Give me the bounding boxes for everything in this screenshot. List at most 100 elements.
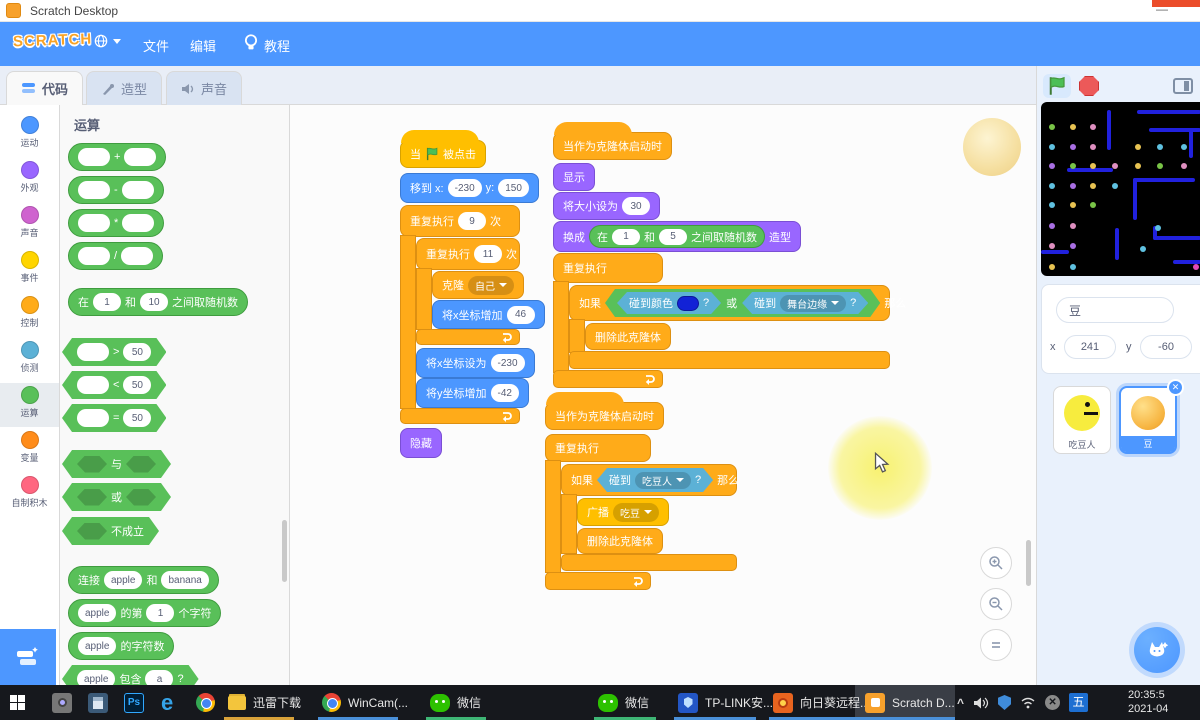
sprite-card-bean[interactable]: ✕ 豆 xyxy=(1119,386,1177,454)
tray-chevron-icon[interactable]: ^ xyxy=(957,696,964,710)
close-tray-icon[interactable]: ✕ xyxy=(1045,695,1060,710)
block-when-clone-starts-2[interactable]: 当作为克隆体启动时 xyxy=(545,402,664,430)
task-tplink[interactable]: TP-LINK安... xyxy=(678,685,773,720)
language-selector[interactable] xyxy=(94,34,121,48)
block-contains[interactable]: apple包含 a? xyxy=(62,665,199,685)
add-sprite-button[interactable] xyxy=(1134,627,1180,673)
block-repeat-11[interactable]: 重复执行11次 xyxy=(416,238,520,270)
block-broadcast[interactable]: 广播 吃豆 xyxy=(577,498,669,526)
zoom-reset-button[interactable] xyxy=(980,629,1012,661)
stop-button[interactable] xyxy=(1079,76,1099,96)
block-less-than[interactable]: <50 xyxy=(62,371,166,399)
block-multiply[interactable]: * xyxy=(68,209,164,237)
sprite-card-pacman[interactable]: 吃豆人 xyxy=(1053,386,1111,454)
forever-end-2[interactable] xyxy=(545,572,651,590)
block-touching-pacman[interactable]: 碰到 吃豆人 ? xyxy=(597,468,713,492)
block-delete-clone-2[interactable]: 删除此克隆体 xyxy=(577,528,663,554)
if-end-1[interactable] xyxy=(569,351,890,369)
block-when-flag-clicked[interactable]: 当 被点击 xyxy=(400,140,486,168)
block-join[interactable]: 连接apple 和banana xyxy=(68,566,219,594)
block-touching-color[interactable]: 碰到颜色? xyxy=(617,292,721,314)
category-looks[interactable]: 外观 xyxy=(0,158,59,202)
zoom-out-button[interactable] xyxy=(980,588,1012,620)
clone-target-dropdown[interactable]: 自己 xyxy=(468,276,514,295)
task-scratch[interactable]: Scratch D... xyxy=(865,685,955,720)
category-operators[interactable]: 运算 xyxy=(0,383,59,427)
stage-canvas[interactable] xyxy=(1041,102,1200,276)
chrome-app-button[interactable] xyxy=(196,685,215,720)
block-divide[interactable]: / xyxy=(68,242,163,270)
green-flag-button[interactable] xyxy=(1043,74,1071,98)
tab-sounds[interactable]: 声音 xyxy=(166,71,242,105)
y-input[interactable]: -60 xyxy=(1140,335,1192,359)
sprite-name-input[interactable]: 豆 xyxy=(1056,297,1174,323)
block-not[interactable]: 不成立 xyxy=(62,517,159,545)
block-length-of[interactable]: apple的字符数 xyxy=(68,632,174,660)
block-hide[interactable]: 隐藏 xyxy=(400,428,442,458)
repeat-9-end[interactable] xyxy=(400,408,520,424)
color-swatch[interactable] xyxy=(677,296,699,311)
category-sound[interactable]: 声音 xyxy=(0,203,59,247)
block-touching-edge[interactable]: 碰到 舞台边缘 ? xyxy=(742,292,868,314)
photoshop-app-button[interactable]: Ps xyxy=(124,685,144,720)
fullscreen-icon[interactable] xyxy=(1173,78,1193,94)
task-wechat-2[interactable]: 微信 xyxy=(598,685,649,720)
volume-icon[interactable] xyxy=(973,696,989,710)
block-letter-of[interactable]: apple的第 1个字符 xyxy=(68,599,221,627)
start-button[interactable] xyxy=(10,685,25,720)
edge-app-button[interactable]: e xyxy=(161,685,173,720)
category-sensing[interactable]: 侦测 xyxy=(0,338,59,382)
delete-sprite-badge[interactable]: ✕ xyxy=(1167,379,1184,396)
block-or-nested[interactable]: 碰到颜色? 或 碰到 舞台边缘 ? xyxy=(605,289,880,317)
block-when-clone-starts-1[interactable]: 当作为克隆体启动时 xyxy=(553,132,672,160)
block-set-x[interactable]: 将x坐标设为-230 xyxy=(416,348,535,378)
block-set-size[interactable]: 将大小设为30 xyxy=(553,192,660,220)
forever-end-1[interactable] xyxy=(553,370,663,388)
broadcast-message-dropdown[interactable]: 吃豆 xyxy=(613,503,659,522)
block-greater-than[interactable]: >50 xyxy=(62,338,166,366)
security-shield-icon[interactable] xyxy=(998,695,1011,710)
category-myblocks[interactable]: 自制积木 xyxy=(0,473,59,517)
wifi-icon[interactable] xyxy=(1020,696,1036,709)
menu-file[interactable]: 文件 xyxy=(143,36,169,55)
zoom-in-button[interactable] xyxy=(980,547,1012,579)
x-input[interactable]: 241 xyxy=(1064,335,1116,359)
code-scrollbar[interactable] xyxy=(1026,540,1031,586)
block-subtract[interactable]: - xyxy=(68,176,164,204)
if-end-2[interactable] xyxy=(561,554,737,571)
calculator-app-button[interactable] xyxy=(88,685,108,720)
block-show[interactable]: 显示 xyxy=(553,163,595,191)
touching-target-dropdown[interactable]: 吃豆人 xyxy=(635,472,691,489)
menu-tutorials[interactable]: 教程 xyxy=(264,36,290,55)
block-switch-costume[interactable]: 换成 在1 和5 之间取随机数 造型 xyxy=(553,221,801,252)
task-wincam[interactable]: WinCam(... xyxy=(322,685,408,720)
tab-costumes[interactable]: 造型 xyxy=(86,71,162,105)
palette-scrollbar[interactable] xyxy=(282,520,287,582)
tray-clock[interactable]: 20:35:5 2021-04 xyxy=(1128,688,1200,716)
block-create-clone[interactable]: 克隆 自己 xyxy=(432,271,524,299)
add-extension-button[interactable] xyxy=(0,629,56,685)
task-wechat-1[interactable]: 微信 xyxy=(430,685,481,720)
block-delete-clone-1[interactable]: 删除此克隆体 xyxy=(585,323,671,350)
block-or[interactable]: 或 xyxy=(62,483,171,511)
task-sunflower[interactable]: 向日葵远程... xyxy=(773,685,870,720)
repeat-11-end[interactable] xyxy=(416,329,520,345)
block-equals[interactable]: =50 xyxy=(62,404,166,432)
code-canvas[interactable]: 当 被点击 移到 x:-230 y:150 重复执行9次 重复执行11次 克隆 … xyxy=(290,105,1036,685)
block-repeat-9[interactable]: 重复执行9次 xyxy=(400,205,520,237)
block-pick-random[interactable]: 在1 和10 之间取随机数 xyxy=(68,288,248,316)
block-forever-1[interactable]: 重复执行 xyxy=(553,253,663,283)
block-change-x[interactable]: 将x坐标增加46 xyxy=(432,300,545,329)
menu-edit[interactable]: 编辑 xyxy=(190,36,216,55)
block-and[interactable]: 与 xyxy=(62,450,171,478)
category-motion[interactable]: 运动 xyxy=(0,113,59,157)
block-add[interactable]: + xyxy=(68,143,166,171)
category-events[interactable]: 事件 xyxy=(0,248,59,292)
block-change-y[interactable]: 将y坐标增加-42 xyxy=(416,378,529,408)
task-thunder-download[interactable]: 迅雷下载 xyxy=(228,685,301,720)
block-if-touch-color-or-edge[interactable]: 如果 碰到颜色? 或 碰到 舞台边缘 ? 那么 xyxy=(569,285,890,321)
block-forever-2[interactable]: 重复执行 xyxy=(545,434,651,462)
tab-code[interactable]: 代码 xyxy=(6,71,83,105)
block-goto-xy[interactable]: 移到 x:-230 y:150 xyxy=(400,173,539,203)
block-if-touching-pacman[interactable]: 如果 碰到 吃豆人 ? 那么 xyxy=(561,464,737,496)
